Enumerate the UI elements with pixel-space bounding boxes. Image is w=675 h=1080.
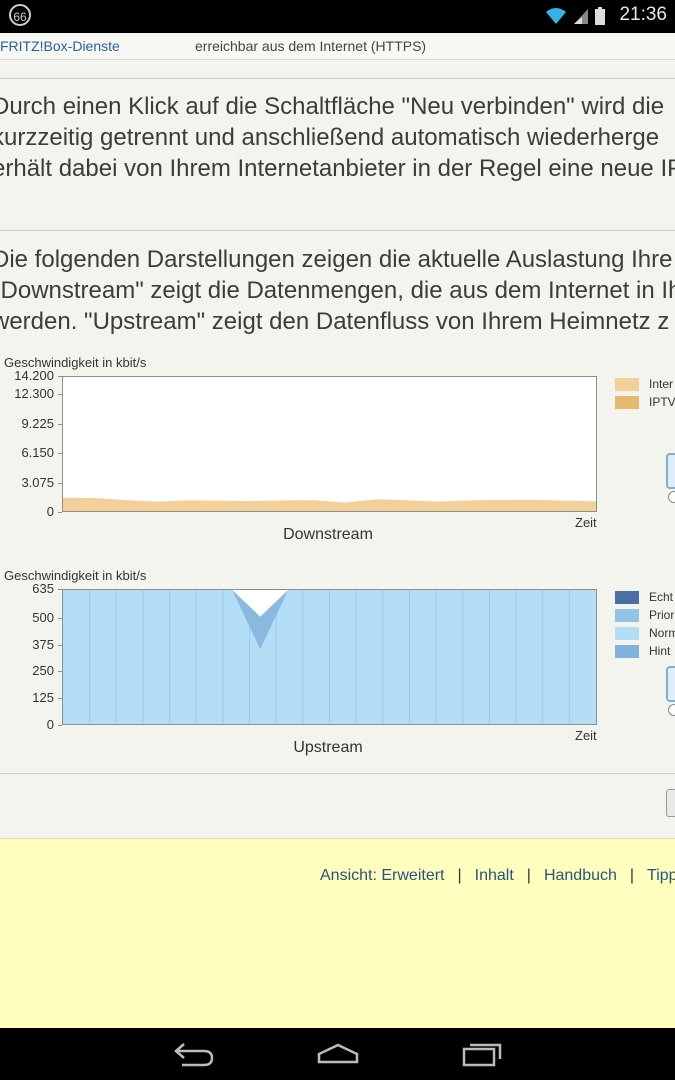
home-icon[interactable] bbox=[316, 1040, 360, 1068]
text-line: Die folgenden Darstellungen zeigen die a… bbox=[0, 246, 673, 273]
navigation-bar bbox=[0, 1028, 675, 1080]
service-row: FRITZ!Box-Dienste erreichbar aus dem Int… bbox=[0, 33, 675, 60]
upstream-legend-item: Echt bbox=[615, 589, 675, 605]
clock: 21:36 bbox=[619, 4, 667, 25]
upstream-legend-item: Prior bbox=[615, 607, 675, 623]
downstream-radio[interactable] bbox=[668, 491, 675, 503]
downstream-y-tick: 9.225 bbox=[21, 415, 54, 431]
battery-icon bbox=[595, 7, 605, 25]
manual-link[interactable]: Handbuch bbox=[544, 867, 617, 884]
upstream-x-label: Zeit bbox=[575, 728, 597, 743]
upstream-y-tick: 375 bbox=[32, 636, 54, 652]
upstream-legend-label: Prior bbox=[649, 608, 675, 622]
upstream-legend: Echt Prior Norm Hint bbox=[615, 589, 675, 661]
downstream-legend-item: Inter bbox=[615, 376, 675, 392]
recent-apps-icon[interactable] bbox=[462, 1040, 504, 1068]
reconnect-button[interactable] bbox=[666, 789, 675, 817]
upstream-legend-item: Hint bbox=[615, 643, 675, 659]
upstream-legend-swatch bbox=[615, 626, 639, 640]
upstream-y-tick: 0 bbox=[46, 717, 54, 732]
downstream-tick-mark bbox=[58, 512, 62, 513]
upstream-legend-swatch bbox=[615, 590, 639, 604]
downstream-plot bbox=[62, 376, 597, 512]
contents-link[interactable]: Inhalt bbox=[475, 867, 514, 884]
status-bar: 66 21:36 bbox=[0, 0, 675, 33]
downstream-y-tick: 12.300 bbox=[14, 386, 54, 402]
upstream-y-tick: 250 bbox=[32, 663, 54, 679]
downstream-y-tick: 0 bbox=[46, 504, 54, 519]
view-toggle-link[interactable]: Ansicht: Erweitert bbox=[320, 867, 444, 884]
separator: | bbox=[457, 867, 462, 884]
upstream-y-tick: 500 bbox=[32, 609, 54, 625]
notification-badge: 66 bbox=[9, 4, 31, 26]
text-line: erhält dabei von Ihrem Internetanbieter … bbox=[0, 155, 675, 182]
downstream-legend-label: IPTV bbox=[649, 395, 675, 409]
downstream-svg bbox=[63, 497, 596, 511]
downstream-legend-item: IPTV bbox=[615, 394, 675, 410]
text-line: werden. "Upstream" zeigt den Datenfluss … bbox=[0, 308, 670, 335]
signal-icon bbox=[574, 9, 588, 24]
downstream-y-tick: 14.200 bbox=[14, 368, 54, 383]
upstream-legend-label: Norm bbox=[649, 626, 675, 640]
downstream-legend-swatch bbox=[615, 395, 639, 409]
service-link[interactable]: FRITZ!Box-Dienste bbox=[0, 38, 120, 54]
service-access: erreichbar aus dem Internet (HTTPS) bbox=[195, 38, 427, 54]
downstream-legend-swatch bbox=[615, 377, 639, 391]
footer-links: Ansicht: Erweitert | Inhalt | Handbuch | Tipp bbox=[320, 867, 675, 885]
reconnect-description: Durch einen Klick auf die Schaltfläche "… bbox=[0, 91, 675, 184]
load-description: Die folgenden Darstellungen zeigen die a… bbox=[0, 244, 675, 337]
upstream-title: Upstream bbox=[293, 739, 363, 756]
text-line: Durch einen Klick auf die Schaltfläche "… bbox=[0, 93, 665, 120]
downstream-area-internet bbox=[63, 497, 596, 511]
upstream-radio[interactable] bbox=[668, 704, 675, 716]
upstream-legend-swatch bbox=[615, 608, 639, 622]
downstream-legend: Inter IPTV bbox=[615, 376, 675, 412]
upstream-svg bbox=[63, 590, 596, 724]
downstream-title: Downstream bbox=[283, 526, 373, 543]
downstream-view-button[interactable] bbox=[666, 453, 675, 489]
separator: | bbox=[629, 867, 635, 884]
upstream-legend-item: Norm bbox=[615, 625, 675, 641]
upstream-plot bbox=[62, 589, 597, 725]
wifi-icon bbox=[546, 8, 566, 24]
downstream-legend-label: Inter bbox=[649, 377, 674, 391]
divider bbox=[0, 230, 675, 231]
downstream-y-tick: 3.075 bbox=[21, 474, 54, 490]
upstream-legend-swatch bbox=[615, 644, 639, 658]
upstream-view-button[interactable] bbox=[666, 666, 675, 702]
upstream-y-tick: 635 bbox=[32, 581, 54, 596]
tips-link[interactable]: Tipp bbox=[647, 867, 675, 884]
upstream-legend-label: Echt bbox=[649, 590, 674, 604]
status-icons bbox=[545, 5, 605, 25]
back-icon[interactable] bbox=[172, 1040, 216, 1068]
divider bbox=[0, 773, 675, 774]
upstream-y-tick: 125 bbox=[32, 690, 54, 706]
upstream-tick-mark bbox=[58, 725, 62, 726]
downstream-y-tick: 6.150 bbox=[21, 445, 54, 461]
upstream-legend-label: Hint bbox=[649, 644, 671, 658]
text-line: kurzzeitig getrennt und anschließend aut… bbox=[0, 124, 660, 151]
text-line: "Downstream" zeigt die Datenmengen, die … bbox=[0, 277, 675, 304]
separator: | bbox=[526, 867, 531, 884]
divider bbox=[0, 78, 675, 79]
downstream-x-label: Zeit bbox=[575, 515, 597, 530]
footer: Ansicht: Erweitert | Inhalt | Handbuch | Tipp bbox=[0, 838, 675, 1029]
